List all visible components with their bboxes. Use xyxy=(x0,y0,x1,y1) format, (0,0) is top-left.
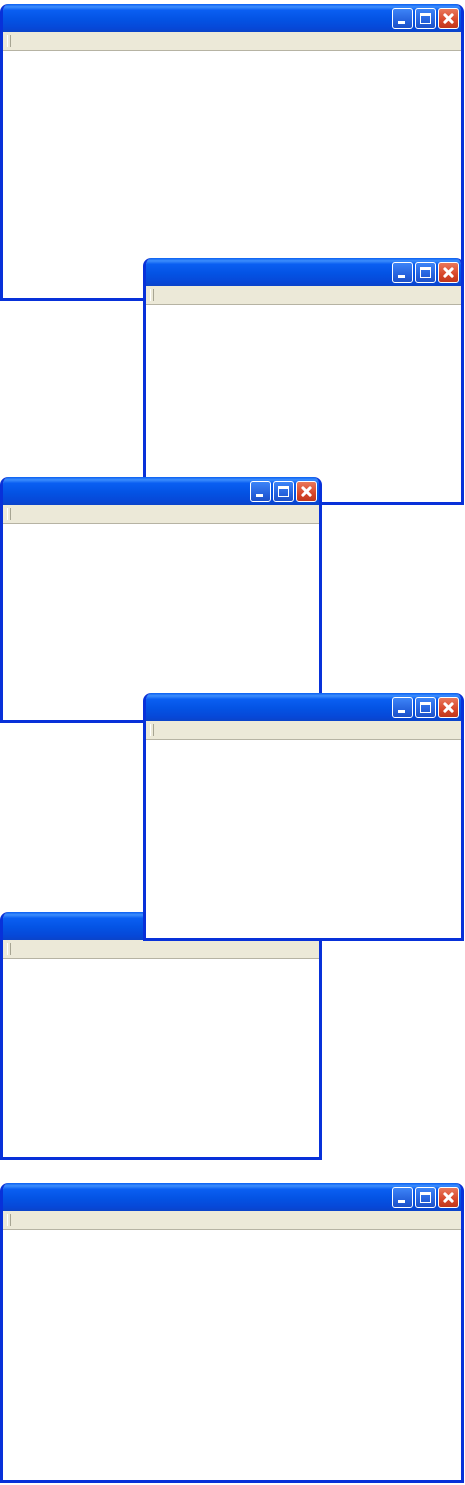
close-icon xyxy=(439,1188,458,1207)
menu-bar xyxy=(3,940,319,959)
title-bar[interactable] xyxy=(146,693,461,721)
close-button[interactable] xyxy=(438,697,459,718)
title-bar[interactable] xyxy=(3,1183,461,1211)
maximize-button[interactable] xyxy=(273,481,294,502)
maximize-icon xyxy=(420,267,431,278)
title-bar[interactable] xyxy=(3,4,461,32)
menu-bar xyxy=(3,1211,461,1230)
window-controls xyxy=(392,697,459,718)
menu-bar xyxy=(146,721,461,740)
close-icon xyxy=(439,698,458,717)
window-controls xyxy=(392,262,459,283)
minimize-button[interactable] xyxy=(250,481,271,502)
minimize-button[interactable] xyxy=(392,262,413,283)
maximize-button[interactable] xyxy=(415,1187,436,1208)
window-2[interactable] xyxy=(143,258,464,505)
client-area[interactable] xyxy=(3,959,319,1157)
client-area[interactable] xyxy=(3,1230,461,1480)
menu-bar xyxy=(3,32,461,51)
maximize-button[interactable] xyxy=(415,8,436,29)
toolbar-grip[interactable] xyxy=(150,289,154,301)
minimize-icon xyxy=(398,275,405,278)
maximize-button[interactable] xyxy=(415,697,436,718)
window-controls xyxy=(392,1187,459,1208)
window-5[interactable] xyxy=(0,912,322,1160)
close-button[interactable] xyxy=(438,1187,459,1208)
client-area[interactable] xyxy=(3,524,319,720)
close-icon xyxy=(439,9,458,28)
title-bar[interactable] xyxy=(3,477,319,505)
maximize-icon xyxy=(420,702,431,713)
close-button[interactable] xyxy=(438,262,459,283)
toolbar-grip[interactable] xyxy=(150,724,154,736)
client-area[interactable] xyxy=(146,740,461,938)
toolbar-grip[interactable] xyxy=(7,1214,11,1226)
window-3[interactable] xyxy=(0,477,322,723)
close-icon xyxy=(439,263,458,282)
minimize-button[interactable] xyxy=(392,8,413,29)
minimize-icon xyxy=(256,494,263,497)
toolbar-grip[interactable] xyxy=(7,508,11,520)
toolbar-grip[interactable] xyxy=(7,35,11,47)
title-bar[interactable] xyxy=(146,258,461,286)
minimize-button[interactable] xyxy=(392,1187,413,1208)
close-button[interactable] xyxy=(296,481,317,502)
minimize-button[interactable] xyxy=(392,697,413,718)
toolbar-grip[interactable] xyxy=(7,943,11,955)
menu-bar xyxy=(146,286,461,305)
minimize-icon xyxy=(398,21,405,24)
minimize-icon xyxy=(398,1200,405,1203)
window-4[interactable] xyxy=(143,693,464,941)
close-button[interactable] xyxy=(438,8,459,29)
maximize-button[interactable] xyxy=(415,262,436,283)
maximize-icon xyxy=(278,486,289,497)
window-controls xyxy=(250,481,317,502)
client-area[interactable] xyxy=(146,305,461,502)
menu-bar xyxy=(3,505,319,524)
window-6[interactable] xyxy=(0,1183,464,1483)
maximize-icon xyxy=(420,1192,431,1203)
window-controls xyxy=(392,8,459,29)
maximize-icon xyxy=(420,13,431,24)
minimize-icon xyxy=(398,710,405,713)
window-1[interactable] xyxy=(0,4,464,301)
close-icon xyxy=(297,482,316,501)
